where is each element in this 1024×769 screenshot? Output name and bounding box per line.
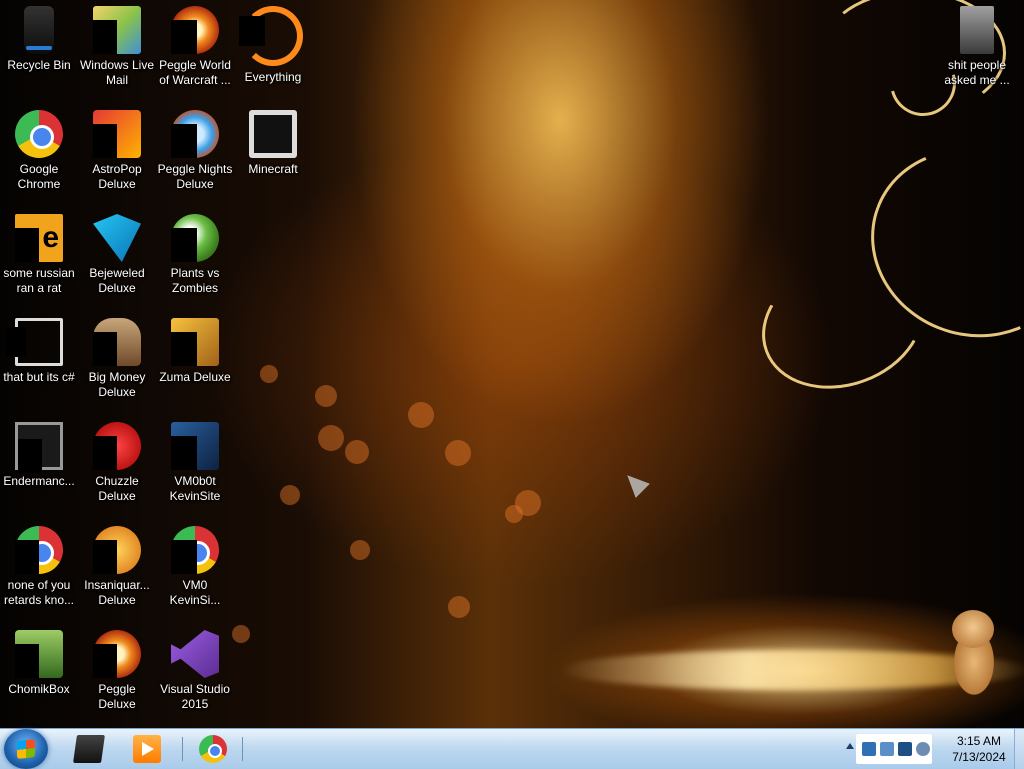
desktop-icon-label: that but its c# (3, 370, 75, 384)
desktop-icon-label: Google Chrome (17, 162, 61, 191)
desktop-icon-label: some russian ran a rat (3, 266, 75, 295)
desktop-icon-windows-live-mail[interactable]: Windows Live Mail (78, 0, 156, 100)
desktop-icon-label: Peggle Deluxe (98, 682, 136, 711)
desktop-icon-minecraft[interactable]: Minecraft (234, 104, 312, 204)
desktop-icon-bejeweled[interactable]: Bejeweled Deluxe (78, 208, 156, 308)
search-icon (239, 6, 303, 66)
console-icon (15, 422, 63, 473)
desktop-icon-label: Insaniquar... Deluxe (84, 578, 150, 607)
big-money-icon (93, 318, 141, 366)
media-player-icon (133, 735, 161, 763)
system-tray: 3:15 AM 7/13/2024 (840, 729, 1024, 769)
desktop-icon-big-money[interactable]: Big Money Deluxe (78, 312, 156, 412)
desktop-icon-google-chrome[interactable]: Google Chrome (0, 104, 78, 204)
desktop-icon-label: Peggle World of Warcraft ... (159, 58, 231, 87)
plant-icon (171, 214, 219, 262)
chuzzle-icon (93, 422, 141, 470)
desktop-icon-label: VM0b0t KevinSite (169, 474, 221, 503)
clock[interactable]: 3:15 AM 7/13/2024 (936, 733, 1022, 765)
tray-icon-area (856, 734, 932, 764)
desktop-icon-label: Windows Live Mail (79, 58, 155, 87)
desktop-icon-none-of-you[interactable]: none of you retards kno... (0, 520, 78, 620)
chrome-icon (15, 526, 63, 574)
taskbar-button-terminal[interactable] (62, 731, 116, 767)
windows-flag-icon (17, 739, 35, 759)
desktop-icon-vm0-kevinsite[interactable]: VM0 KevinSi... (156, 520, 234, 620)
vm-icon (171, 422, 219, 470)
fish-icon (93, 526, 141, 574)
mail-icon (93, 6, 141, 54)
peggle-icon (171, 6, 219, 54)
desktop-icon-peggle-nights[interactable]: Peggle Nights Deluxe (156, 104, 234, 204)
desktop-icon-label: VM0 KevinSi... (169, 578, 221, 607)
terminal-icon (73, 735, 105, 763)
desktop-icon-label: Peggle Nights Deluxe (157, 162, 233, 191)
clock-time: 3:15 AM (956, 734, 1002, 748)
minecraft-icon (249, 110, 297, 158)
desktop-icon-chuzzle[interactable]: Chuzzle Deluxe (78, 416, 156, 516)
clock-date: 7/13/2024 (952, 750, 1006, 764)
desktop-icon-label: ChomikBox (8, 682, 70, 696)
astropop-icon (93, 110, 141, 158)
monitor-icon[interactable] (898, 742, 912, 756)
taskbar-separator (182, 737, 183, 761)
show-hidden-icons-icon[interactable] (846, 743, 854, 749)
start-button[interactable] (4, 729, 48, 769)
chomikbox-icon (15, 630, 63, 678)
desktop-icon-recycle-bin[interactable]: Recycle Bin (0, 0, 78, 100)
network-icon[interactable] (862, 742, 876, 756)
desktop-icon-label: AstroPop Deluxe (92, 162, 142, 191)
show-desktop-button[interactable] (1014, 729, 1024, 769)
sync-icon[interactable] (880, 742, 894, 756)
desktop-icon-label: Minecraft (248, 162, 298, 176)
desktop-icon-insaniquarium[interactable]: Insaniquar... Deluxe (78, 520, 156, 620)
volume-icon[interactable] (916, 742, 930, 756)
desktop-icon-astropop[interactable]: AstroPop Deluxe (78, 104, 156, 204)
desktop-icon-endermanc[interactable]: Endermanc... (0, 416, 78, 516)
desktop-icon-label: Plants vs Zombies (170, 266, 220, 295)
desktop-icon-label: Bejeweled Deluxe (89, 266, 145, 295)
recycle-bin-icon (24, 6, 54, 54)
desktop-icon-label: Endermanc... (3, 474, 75, 488)
desktop-icon-peggle-wow[interactable]: Peggle World of Warcraft ... (156, 0, 234, 100)
desktop-icon-visual-studio[interactable]: Visual Studio 2015 (156, 624, 234, 724)
taskbar: 3:15 AM 7/13/2024 (0, 728, 1024, 769)
chrome-icon (199, 735, 227, 763)
desktop-icon-label: Recycle Bin (7, 58, 71, 72)
desktop-icon-rat[interactable]: e some russian ran a rat (0, 208, 78, 308)
desktop-icon-peggle-deluxe[interactable]: Peggle Deluxe (78, 624, 156, 724)
desktop-icon-label: Everything (244, 70, 302, 84)
desktop-icon-label: shit people asked me ... (944, 58, 1010, 87)
taskbar-separator (242, 737, 243, 761)
visual-studio-icon (171, 630, 219, 678)
window-icon (6, 318, 63, 366)
taskbar-button-media-player[interactable] (120, 731, 174, 767)
desktop-icon-label: Big Money Deluxe (88, 370, 146, 399)
hamster-image (944, 608, 1004, 708)
zuma-icon (171, 318, 219, 366)
folder-icon (960, 6, 994, 54)
desktop-icon-that-but-c[interactable]: that but its c# (0, 312, 78, 412)
desktop-icon-label: Zuma Deluxe (159, 370, 231, 384)
desktop-icon-everything[interactable]: Everything (234, 0, 312, 100)
desktop-icon-shit-people-asked[interactable]: shit people asked me ... (940, 0, 1014, 100)
chrome-icon (15, 110, 63, 158)
peggle-icon (93, 630, 141, 678)
desktop-icon-label: none of you retards kno... (3, 578, 75, 607)
desktop-icon-vm0b0t[interactable]: VM0b0t KevinSite (156, 416, 234, 516)
desktop-icon-label: Chuzzle Deluxe (95, 474, 139, 503)
desktop-icon-label: Visual Studio 2015 (160, 682, 230, 711)
taskbar-button-chrome[interactable] (186, 731, 240, 767)
desktop-icon-zuma[interactable]: Zuma Deluxe (156, 312, 234, 412)
bejeweled-icon (93, 214, 141, 262)
desktop-icon-chomikbox[interactable]: ChomikBox (0, 624, 78, 724)
peggle-nights-icon (171, 110, 219, 158)
desktop-icon-plants-vs-zombies[interactable]: Plants vs Zombies (156, 208, 234, 308)
chrome-icon (171, 526, 219, 574)
document-icon: e (15, 214, 63, 262)
